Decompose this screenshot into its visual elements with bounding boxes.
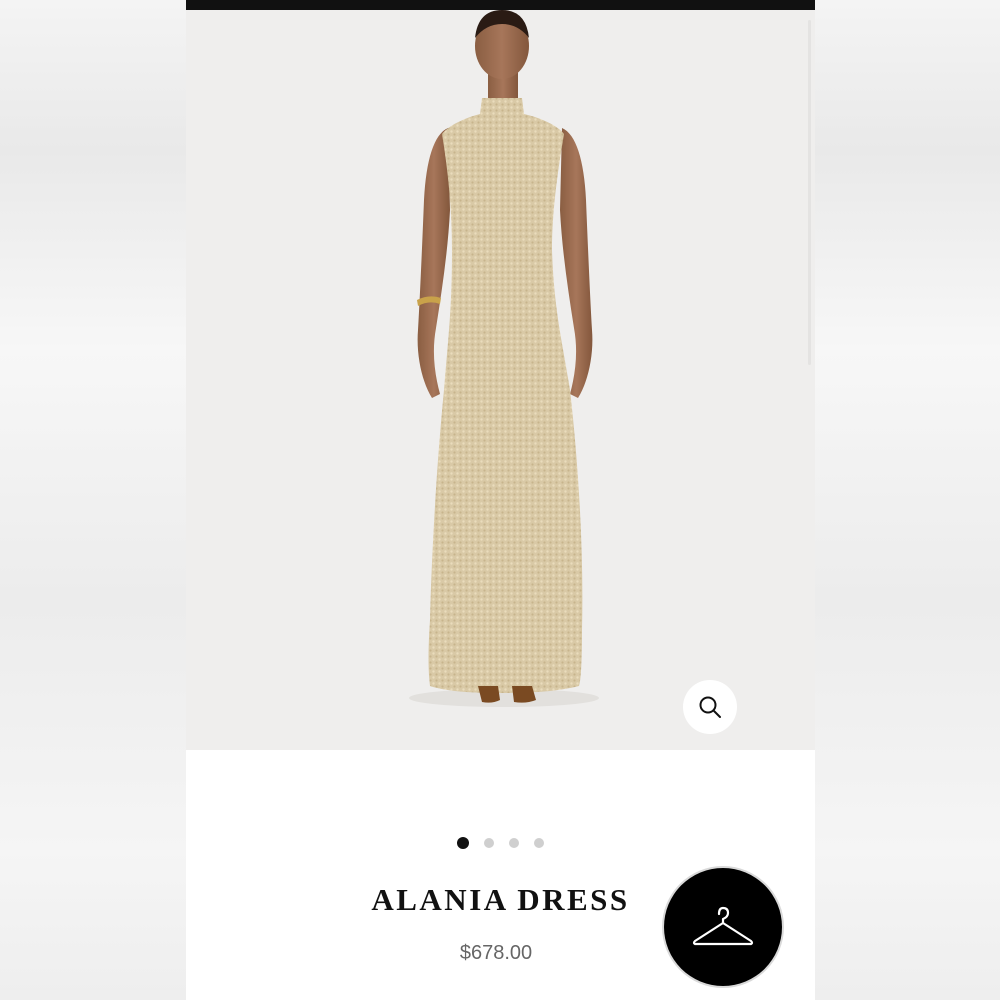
image-scrollbar[interactable] — [808, 20, 811, 365]
add-to-wishlist-button[interactable] — [664, 868, 782, 986]
hanger-icon — [692, 906, 754, 946]
product-image-carousel[interactable] — [186, 10, 815, 750]
product-photo — [409, 10, 599, 707]
status-bar — [186, 0, 815, 10]
blurred-background-left — [0, 0, 186, 1000]
blurred-background-right — [815, 0, 1000, 1000]
zoom-button[interactable] — [683, 680, 737, 734]
carousel-dot-4[interactable] — [534, 838, 544, 848]
magnifier-icon — [699, 696, 721, 718]
product-page: ALANIA DRESS $678.00 — [186, 0, 815, 1000]
carousel-dot-2[interactable] — [484, 838, 494, 848]
carousel-pagination — [186, 836, 815, 850]
carousel-dot-1[interactable] — [457, 837, 469, 849]
carousel-dot-3[interactable] — [509, 838, 519, 848]
